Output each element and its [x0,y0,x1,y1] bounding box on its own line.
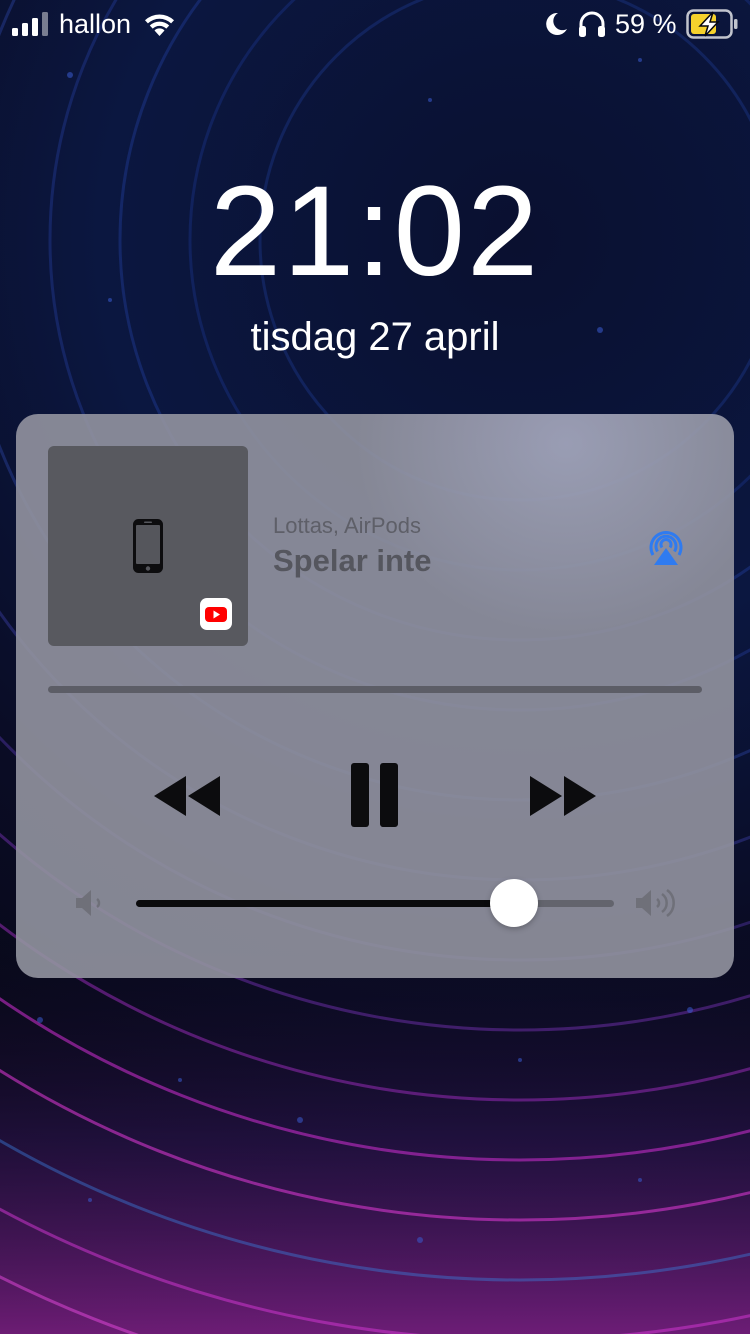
volume-knob[interactable] [490,879,538,927]
volume-slider[interactable] [136,876,614,930]
now-playing-widget[interactable]: Lottas, AirPods Spelar inte [16,414,734,978]
pause-icon[interactable] [349,762,401,828]
lock-screen: hallon 59 % 21:02 tisdag 27 april Lottas… [0,0,750,1334]
youtube-icon [205,607,227,622]
volume-high-icon [636,888,675,918]
playback-progress-bar[interactable] [48,686,702,693]
battery-charging-icon [686,9,738,39]
transport-controls [16,762,734,830]
battery-percentage: 59 % [615,9,677,39]
status-bar: hallon 59 % [0,0,750,50]
youtube-app-badge [200,598,232,630]
volume-fill [136,900,514,907]
volume-row [16,876,734,930]
volume-low-icon [76,890,101,916]
fast-forward-icon[interactable] [528,776,600,816]
carrier-name: hallon [59,9,132,39]
lock-screen-date: tisdag 27 april [250,315,500,359]
lock-screen-time: 21:02 [209,160,541,303]
moon-icon [546,12,567,35]
artwork[interactable] [48,446,248,646]
signal-icon [12,12,48,36]
headphones-icon [579,11,605,37]
airplay-icon[interactable] [644,526,688,566]
output-device-label: Lottas, AirPods [273,513,421,538]
phone-icon [133,519,163,573]
track-title: Spelar inte [273,543,432,578]
wifi-icon [145,14,174,36]
rewind-icon[interactable] [150,776,222,816]
